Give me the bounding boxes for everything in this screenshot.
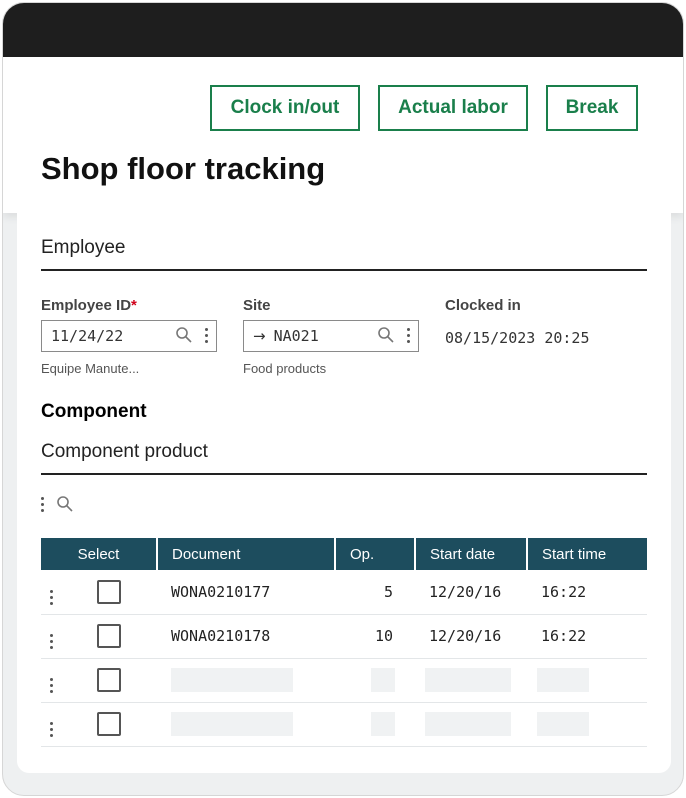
- row-select[interactable]: [61, 570, 157, 615]
- table-row-empty[interactable]: [41, 702, 647, 747]
- clock-in-out-button[interactable]: Clock in/out: [210, 85, 360, 131]
- employee-id-label-text: Employee ID: [41, 297, 132, 314]
- kebab-menu-icon[interactable]: [49, 634, 53, 649]
- cell-op-placeholder: [335, 658, 415, 703]
- cell-document: WONA0210177: [157, 570, 335, 615]
- cell-start-date-placeholder: [415, 658, 527, 703]
- employee-id-helper: Equipe Manute...: [41, 361, 140, 376]
- column-header-document[interactable]: Document: [157, 538, 336, 570]
- row-select[interactable]: [61, 614, 157, 659]
- cell-start-date-placeholder: [415, 702, 527, 747]
- employee-id-field[interactable]: 11/24/22: [41, 320, 217, 352]
- row-menu[interactable]: [41, 658, 61, 703]
- site-label: Site: [243, 297, 271, 314]
- table-header-row: Select Document Op. Start date Start tim…: [41, 538, 647, 570]
- cell-document-placeholder: [157, 702, 335, 747]
- employee-section-title: Employee: [41, 237, 126, 258]
- cell-op-placeholder: [335, 702, 415, 747]
- row-menu[interactable]: [41, 614, 61, 659]
- cell-op: 10: [335, 614, 415, 659]
- app-window: Clock in/out Actual labor Break Shop flo…: [2, 2, 684, 796]
- site-field[interactable]: → NA021: [243, 320, 419, 352]
- top-bar: [3, 3, 683, 57]
- arrow-right-icon: →: [253, 327, 266, 345]
- clocked-in-label: Clocked in: [445, 297, 521, 314]
- component-heading: Component: [41, 401, 147, 422]
- cell-document-placeholder: [157, 658, 335, 703]
- row-menu[interactable]: [41, 570, 61, 615]
- cell-start-time: 16:22: [527, 570, 647, 615]
- column-header-start-date[interactable]: Start date: [415, 538, 528, 570]
- employee-id-label: Employee ID*: [41, 297, 137, 314]
- cell-start-date: 12/20/16: [415, 614, 527, 659]
- section-divider: [41, 473, 647, 475]
- kebab-menu-icon[interactable]: [49, 678, 53, 693]
- table-row[interactable]: WONA0210178 10 12/20/16 16:22: [41, 614, 647, 659]
- table-toolbar: [41, 495, 74, 513]
- component-table: Select Document Op. Start date Start tim…: [41, 538, 647, 747]
- cell-op: 5: [335, 570, 415, 615]
- kebab-menu-icon[interactable]: [49, 722, 53, 737]
- kebab-menu-icon[interactable]: [49, 589, 53, 605]
- cell-document: WONA0210178: [157, 614, 335, 659]
- row-checkbox[interactable]: [97, 712, 121, 736]
- site-helper: Food products: [243, 361, 327, 376]
- search-icon[interactable]: [56, 495, 74, 513]
- employee-id-value: 11/24/22: [51, 327, 124, 345]
- actual-labor-button[interactable]: Actual labor: [378, 85, 528, 131]
- section-divider: [41, 269, 647, 271]
- row-checkbox[interactable]: [97, 624, 121, 648]
- cell-start-time-placeholder: [527, 702, 647, 747]
- table-row[interactable]: WONA0210177 5 12/20/16 16:22: [41, 570, 647, 615]
- column-header-op[interactable]: Op.: [335, 538, 416, 570]
- required-mark: *: [131, 297, 137, 314]
- search-icon[interactable]: [175, 326, 193, 344]
- row-select[interactable]: [61, 658, 157, 703]
- component-product-title: Component product: [41, 441, 208, 462]
- page-header: Clock in/out Actual labor Break Shop flo…: [3, 57, 683, 213]
- kebab-menu-icon[interactable]: [205, 327, 208, 343]
- break-button[interactable]: Break: [546, 85, 638, 131]
- clocked-in-value: 08/15/2023 20:25: [445, 329, 590, 347]
- row-menu[interactable]: [41, 702, 61, 747]
- site-value: NA021: [273, 327, 319, 345]
- cell-start-date: 12/20/16: [415, 570, 527, 615]
- row-checkbox[interactable]: [97, 668, 121, 692]
- page-title: Shop floor tracking: [41, 151, 326, 186]
- row-checkbox[interactable]: [97, 579, 121, 604]
- kebab-menu-icon[interactable]: [407, 327, 410, 343]
- cell-start-time: 16:22: [527, 614, 647, 659]
- content-card: Employee Employee ID* 11/24/22 Equipe Ma…: [17, 213, 671, 773]
- kebab-menu-icon[interactable]: [41, 496, 44, 512]
- row-select[interactable]: [61, 702, 157, 747]
- search-icon[interactable]: [377, 326, 395, 344]
- column-header-start-time[interactable]: Start time: [527, 538, 647, 570]
- table-row-empty[interactable]: [41, 658, 647, 703]
- column-header-select: Select: [41, 538, 158, 570]
- cell-start-time-placeholder: [527, 658, 647, 703]
